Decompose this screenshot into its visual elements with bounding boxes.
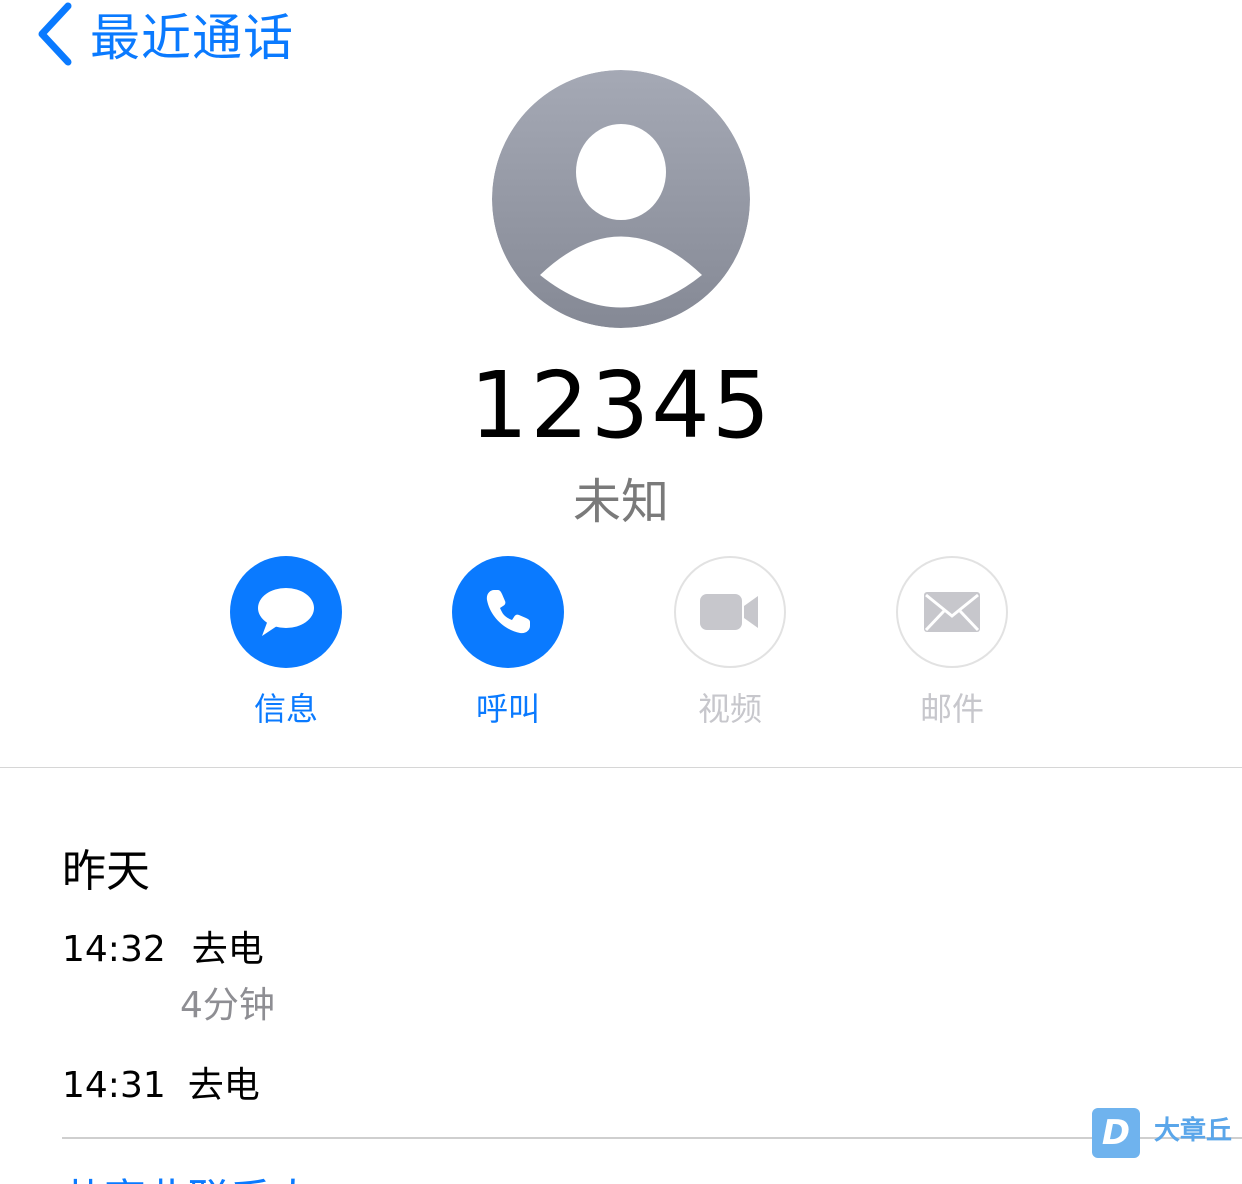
avatar xyxy=(492,70,750,328)
call-button[interactable] xyxy=(452,556,564,668)
mail-button[interactable] xyxy=(896,556,1008,668)
mail-action[interactable]: 邮件 xyxy=(877,556,1027,730)
person-icon xyxy=(492,70,750,328)
call-duration: 4分钟 xyxy=(180,985,275,1026)
message-button[interactable] xyxy=(230,556,342,668)
video-camera-icon xyxy=(700,594,758,630)
call-time: 14:31 xyxy=(62,1065,166,1106)
contact-label: 未知 xyxy=(572,474,669,530)
video-label: 视频 xyxy=(697,690,762,728)
phone-number: 12345 xyxy=(469,352,773,459)
back-label: 最近通话 xyxy=(90,9,294,67)
history-date: 昨天 xyxy=(62,846,150,897)
divider xyxy=(0,767,1242,768)
phone-icon xyxy=(486,590,530,634)
mail-label: 邮件 xyxy=(919,690,984,728)
chevron-left-icon xyxy=(38,2,72,66)
call-history-row: 14:32 去电 xyxy=(62,920,264,972)
call-type: 去电 xyxy=(187,1065,260,1106)
watermark-text: 大章丘 xyxy=(1154,1116,1233,1146)
watermark-logo: D xyxy=(1092,1108,1140,1158)
video-action[interactable]: 视频 xyxy=(655,556,805,730)
back-button[interactable]: 最近通话 xyxy=(36,2,294,67)
envelope-icon xyxy=(924,592,980,632)
video-button[interactable] xyxy=(674,556,786,668)
share-contact-link[interactable]: 共享此联系人 xyxy=(62,1166,314,1184)
message-action[interactable]: 信息 xyxy=(211,556,361,730)
message-label: 信息 xyxy=(253,690,318,728)
call-time: 14:32 xyxy=(62,929,166,970)
call-detail-screen: 最近通话 12345 未知 信息 呼叫 视频 邮件 昨天 14:32 去电 4分… xyxy=(0,0,1242,1184)
message-bubble-icon xyxy=(258,588,314,636)
call-action[interactable]: 呼叫 xyxy=(433,556,583,730)
call-history-row: 14:31 去电 xyxy=(62,1056,260,1108)
call-type: 去电 xyxy=(191,929,264,970)
watermark: D 大章丘 xyxy=(1092,1108,1232,1158)
call-label: 呼叫 xyxy=(475,690,540,728)
divider xyxy=(62,1137,1242,1139)
